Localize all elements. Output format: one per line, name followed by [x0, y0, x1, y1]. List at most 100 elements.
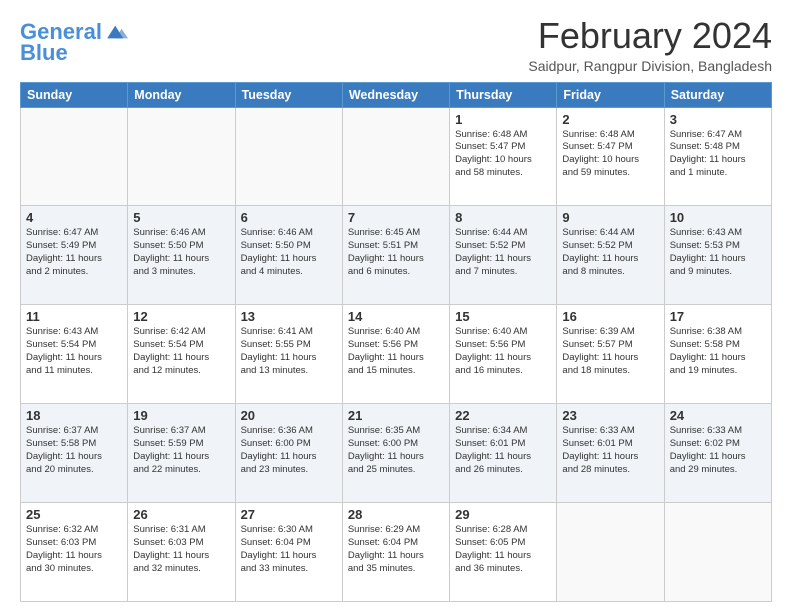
cell-day-number: 12 — [133, 309, 229, 324]
cell-info: Sunrise: 6:30 AM Sunset: 6:04 PM Dayligh… — [241, 524, 337, 575]
cell-info: Sunrise: 6:28 AM Sunset: 6:05 PM Dayligh… — [455, 524, 551, 575]
table-row: 11 Sunrise: 6:43 AM Sunset: 5:54 PM Dayli… — [21, 305, 128, 404]
cell-day-number: 4 — [26, 210, 122, 225]
table-row: 18 Sunrise: 6:37 AM Sunset: 5:58 PM Dayli… — [21, 404, 128, 503]
cell-day-number: 28 — [348, 507, 444, 522]
cell-info: Sunrise: 6:29 AM Sunset: 6:04 PM Dayligh… — [348, 524, 444, 575]
cell-info: Sunrise: 6:43 AM Sunset: 5:53 PM Dayligh… — [670, 227, 766, 278]
cell-day-number: 11 — [26, 309, 122, 324]
col-wednesday: Wednesday — [342, 82, 449, 107]
cell-info: Sunrise: 6:48 AM Sunset: 5:47 PM Dayligh… — [562, 129, 658, 180]
table-row: 8Sunrise: 6:44 AM Sunset: 5:52 PM Daylig… — [450, 206, 557, 305]
cell-day-number: 25 — [26, 507, 122, 522]
logo-icon — [104, 20, 128, 44]
col-thursday: Thursday — [450, 82, 557, 107]
table-row: 5 Sunrise: 6:46 AM Sunset: 5:50 PM Daylig… — [128, 206, 235, 305]
cell-day-number: 8 — [455, 210, 551, 225]
cell-info: Sunrise: 6:41 AM Sunset: 5:55 PM Dayligh… — [241, 326, 337, 377]
calendar-table: Sunday Monday Tuesday Wednesday Thursday… — [20, 82, 772, 602]
cell-day-number: 6 — [241, 210, 337, 225]
col-friday: Friday — [557, 82, 664, 107]
cell-day-number: 3 — [670, 112, 766, 127]
cell-day-number: 2 — [562, 112, 658, 127]
cell-day-number: 20 — [241, 408, 337, 423]
cell-day-number: 27 — [241, 507, 337, 522]
calendar-header-row: Sunday Monday Tuesday Wednesday Thursday… — [21, 82, 772, 107]
table-row: 24 Sunrise: 6:33 AM Sunset: 6:02 PM Dayli… — [664, 404, 771, 503]
calendar-title: February 2024 — [528, 16, 772, 56]
table-row: 20 Sunrise: 6:36 AM Sunset: 6:00 PM Dayli… — [235, 404, 342, 503]
cell-info: Sunrise: 6:33 AM Sunset: 6:02 PM Dayligh… — [670, 425, 766, 476]
cell-day-number: 14 — [348, 309, 444, 324]
cell-info: Sunrise: 6:46 AM Sunset: 5:50 PM Dayligh… — [133, 227, 229, 278]
table-row: 1 Sunrise: 6:48 AM Sunset: 5:47 PM Daylig… — [450, 107, 557, 206]
cell-info: Sunrise: 6:31 AM Sunset: 6:03 PM Dayligh… — [133, 524, 229, 575]
table-row: 15 Sunrise: 6:40 AM Sunset: 5:56 PM Dayli… — [450, 305, 557, 404]
cell-info: Sunrise: 6:37 AM Sunset: 5:58 PM Dayligh… — [26, 425, 122, 476]
cell-info: Sunrise: 6:47 AM Sunset: 5:49 PM Dayligh… — [26, 227, 122, 278]
table-row: 21 Sunrise: 6:35 AM Sunset: 6:00 PM Dayli… — [342, 404, 449, 503]
cell-day-number: 7 — [348, 210, 444, 225]
table-row — [342, 107, 449, 206]
table-row — [664, 503, 771, 602]
table-row: 14 Sunrise: 6:40 AM Sunset: 5:56 PM Dayli… — [342, 305, 449, 404]
cell-day-number: 26 — [133, 507, 229, 522]
table-row: 6 Sunrise: 6:46 AM Sunset: 5:50 PM Daylig… — [235, 206, 342, 305]
cell-info: Sunrise: 6:36 AM Sunset: 6:00 PM Dayligh… — [241, 425, 337, 476]
table-row — [557, 503, 664, 602]
title-block: February 2024 Saidpur, Rangpur Division,… — [528, 16, 772, 74]
cell-info: Sunrise: 6:47 AM Sunset: 5:48 PM Dayligh… — [670, 129, 766, 180]
cell-info: Sunrise: 6:43 AM Sunset: 5:54 PM Dayligh… — [26, 326, 122, 377]
cell-info: Sunrise: 6:40 AM Sunset: 5:56 PM Dayligh… — [455, 326, 551, 377]
cell-day-number: 16 — [562, 309, 658, 324]
table-row: 23Sunrise: 6:33 AM Sunset: 6:01 PM Dayli… — [557, 404, 664, 503]
cell-day-number: 15 — [455, 309, 551, 324]
calendar-week-row: 1 Sunrise: 6:48 AM Sunset: 5:47 PM Daylig… — [21, 107, 772, 206]
table-row: 25 Sunrise: 6:32 AM Sunset: 6:03 PM Dayli… — [21, 503, 128, 602]
table-row: 17 Sunrise: 6:38 AM Sunset: 5:58 PM Dayli… — [664, 305, 771, 404]
col-monday: Monday — [128, 82, 235, 107]
col-saturday: Saturday — [664, 82, 771, 107]
table-row: 2 Sunrise: 6:48 AM Sunset: 5:47 PM Daylig… — [557, 107, 664, 206]
cell-day-number: 22 — [455, 408, 551, 423]
table-row: 13 Sunrise: 6:41 AM Sunset: 5:55 PM Dayli… — [235, 305, 342, 404]
cell-day-number: 1 — [455, 112, 551, 127]
table-row: 16 Sunrise: 6:39 AM Sunset: 5:57 PM Dayli… — [557, 305, 664, 404]
cell-info: Sunrise: 6:48 AM Sunset: 5:47 PM Dayligh… — [455, 129, 551, 180]
cell-info: Sunrise: 6:45 AM Sunset: 5:51 PM Dayligh… — [348, 227, 444, 278]
table-row: 22Sunrise: 6:34 AM Sunset: 6:01 PM Dayli… — [450, 404, 557, 503]
cell-day-number: 23 — [562, 408, 658, 423]
col-sunday: Sunday — [21, 82, 128, 107]
table-row: 28 Sunrise: 6:29 AM Sunset: 6:04 PM Dayli… — [342, 503, 449, 602]
cell-info: Sunrise: 6:44 AM Sunset: 5:52 PM Dayligh… — [562, 227, 658, 278]
table-row: 29 Sunrise: 6:28 AM Sunset: 6:05 PM Dayli… — [450, 503, 557, 602]
table-row — [21, 107, 128, 206]
cell-info: Sunrise: 6:46 AM Sunset: 5:50 PM Dayligh… — [241, 227, 337, 278]
table-row: 27 Sunrise: 6:30 AM Sunset: 6:04 PM Dayli… — [235, 503, 342, 602]
cell-day-number: 29 — [455, 507, 551, 522]
cell-day-number: 13 — [241, 309, 337, 324]
cell-info: Sunrise: 6:40 AM Sunset: 5:56 PM Dayligh… — [348, 326, 444, 377]
table-row: 19Sunrise: 6:37 AM Sunset: 5:59 PM Dayli… — [128, 404, 235, 503]
cell-info: Sunrise: 6:35 AM Sunset: 6:00 PM Dayligh… — [348, 425, 444, 476]
page: General Blue February 2024 Saidpur, Rang… — [0, 0, 792, 612]
table-row: 26 Sunrise: 6:31 AM Sunset: 6:03 PM Dayli… — [128, 503, 235, 602]
cell-day-number: 24 — [670, 408, 766, 423]
table-row: 10Sunrise: 6:43 AM Sunset: 5:53 PM Dayli… — [664, 206, 771, 305]
table-row: 4 Sunrise: 6:47 AM Sunset: 5:49 PM Daylig… — [21, 206, 128, 305]
calendar-week-row: 18 Sunrise: 6:37 AM Sunset: 5:58 PM Dayli… — [21, 404, 772, 503]
cell-day-number: 17 — [670, 309, 766, 324]
calendar-week-row: 25 Sunrise: 6:32 AM Sunset: 6:03 PM Dayli… — [21, 503, 772, 602]
cell-day-number: 21 — [348, 408, 444, 423]
cell-day-number: 9 — [562, 210, 658, 225]
cell-info: Sunrise: 6:39 AM Sunset: 5:57 PM Dayligh… — [562, 326, 658, 377]
calendar-subtitle: Saidpur, Rangpur Division, Bangladesh — [528, 58, 772, 74]
cell-info: Sunrise: 6:38 AM Sunset: 5:58 PM Dayligh… — [670, 326, 766, 377]
cell-day-number: 18 — [26, 408, 122, 423]
cell-day-number: 5 — [133, 210, 229, 225]
logo: General Blue — [20, 20, 128, 66]
cell-info: Sunrise: 6:32 AM Sunset: 6:03 PM Dayligh… — [26, 524, 122, 575]
calendar-week-row: 4 Sunrise: 6:47 AM Sunset: 5:49 PM Daylig… — [21, 206, 772, 305]
table-row — [128, 107, 235, 206]
cell-info: Sunrise: 6:37 AM Sunset: 5:59 PM Dayligh… — [133, 425, 229, 476]
